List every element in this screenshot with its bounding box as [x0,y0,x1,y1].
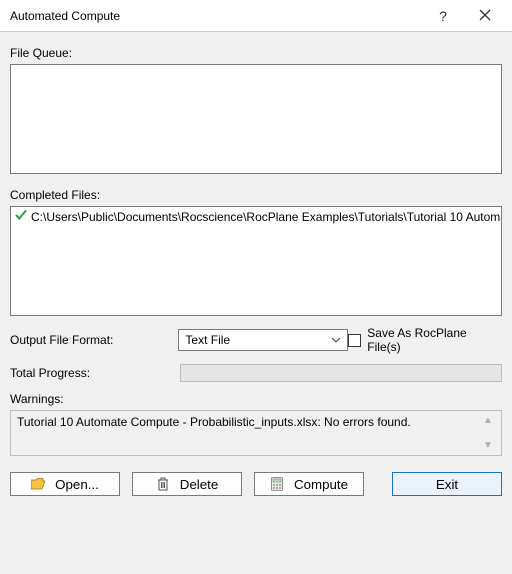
help-button[interactable]: ? [422,8,464,24]
calculator-icon [270,477,284,491]
list-item[interactable]: C:\Users\Public\Documents\Rocscience\Roc… [11,207,501,226]
output-format-label: Output File Format: [10,333,178,347]
close-button[interactable] [464,8,506,24]
window-title: Automated Compute [10,9,422,23]
completed-files-scroll[interactable]: C:\Users\Public\Documents\Rocscience\Roc… [11,207,501,315]
checkbox-box [348,334,361,347]
warnings-text: Tutorial 10 Automate Compute - Probabili… [17,415,411,429]
file-queue-label: File Queue: [10,46,502,60]
output-format-row: Output File Format: Text File Save As Ro… [10,326,502,354]
close-icon [479,9,491,21]
total-progress-label: Total Progress: [10,366,180,380]
total-progress-row: Total Progress: [10,364,502,382]
completed-files-listbox[interactable]: C:\Users\Public\Documents\Rocscience\Roc… [10,206,502,316]
compute-button-label: Compute [294,477,348,492]
compute-button[interactable]: Compute [254,472,364,496]
scroll-down-icon: ▼ [483,440,497,451]
save-as-label: Save As RocPlane File(s) [367,326,502,354]
total-progress-bar [180,364,502,382]
folder-open-icon [31,478,45,490]
button-row: Open... Delete Compute Exit [10,472,502,502]
open-button[interactable]: Open... [10,472,120,496]
completed-file-path: C:\Users\Public\Documents\Rocscience\Roc… [31,210,501,224]
save-as-rocplane-checkbox[interactable]: Save As RocPlane File(s) [348,326,502,354]
checkmark-icon [15,209,27,224]
trash-icon [156,477,170,491]
delete-button-label: Delete [180,477,219,492]
delete-button[interactable]: Delete [132,472,242,496]
output-format-value: Text File [185,333,230,347]
warnings-scrollbar[interactable]: ▲ ▼ [483,415,497,451]
completed-files-label: Completed Files: [10,188,502,202]
exit-button-label: Exit [436,477,458,492]
file-queue-scroll[interactable] [11,65,501,173]
open-button-label: Open... [55,477,99,492]
dialog-client: File Queue: Completed Files: C:\Users\Pu… [0,32,512,512]
warnings-box: Tutorial 10 Automate Compute - Probabili… [10,410,502,456]
warnings-label: Warnings: [10,392,502,406]
output-format-select[interactable]: Text File [178,329,348,351]
titlebar: Automated Compute ? [0,0,512,32]
file-queue-listbox[interactable] [10,64,502,174]
exit-button[interactable]: Exit [392,472,502,496]
scroll-up-icon: ▲ [483,415,497,426]
chevron-down-icon [331,335,341,346]
